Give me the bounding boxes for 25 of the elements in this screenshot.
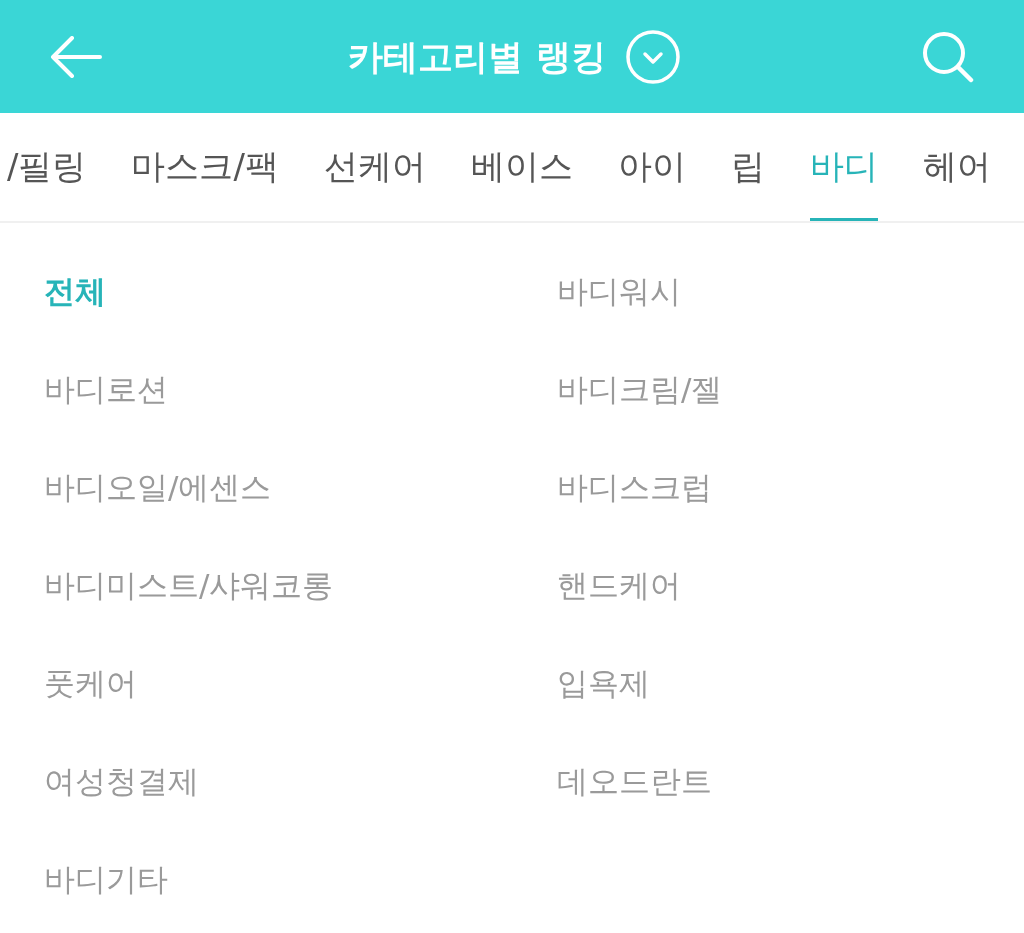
category-tab[interactable]: 선케어	[323, 113, 426, 221]
chevron-down-icon[interactable]	[625, 29, 680, 84]
category-item[interactable]: 바디워시	[557, 271, 681, 311]
category-item[interactable]: 데오드란트	[557, 761, 712, 801]
category-item[interactable]: 바디미스트/샤워코롱	[44, 565, 334, 605]
category-item[interactable]: 입욕제	[557, 663, 650, 703]
category-item[interactable]: 바디스크럽	[557, 467, 712, 507]
category-tab[interactable]: /필링	[7, 113, 87, 221]
page-title: 카테고리별 랭킹	[348, 35, 606, 78]
category-item[interactable]: 바디오일/에센스	[44, 467, 272, 507]
category-item[interactable]: 바디로션	[44, 369, 168, 409]
category-item[interactable]: 핸드케어	[557, 565, 681, 605]
category-tab[interactable]: 아이	[617, 113, 686, 221]
category-item[interactable]: 바디기타	[44, 859, 168, 899]
category-tab[interactable]: 헤어	[922, 113, 991, 221]
back-icon[interactable]	[50, 35, 102, 78]
category-item[interactable]: 전체	[44, 271, 106, 311]
category-item[interactable]: 여성청결제	[44, 761, 199, 801]
category-tab[interactable]: 마스크/팩	[131, 113, 279, 221]
category-tab[interactable]: 바디	[809, 113, 878, 221]
category-tab[interactable]: 립	[730, 113, 765, 221]
category-item[interactable]: 바디크림/젤	[557, 369, 723, 409]
search-icon[interactable]	[922, 30, 974, 83]
category-item[interactable]: 풋케어	[44, 663, 137, 703]
category-tab[interactable]: 베이스	[470, 113, 573, 221]
